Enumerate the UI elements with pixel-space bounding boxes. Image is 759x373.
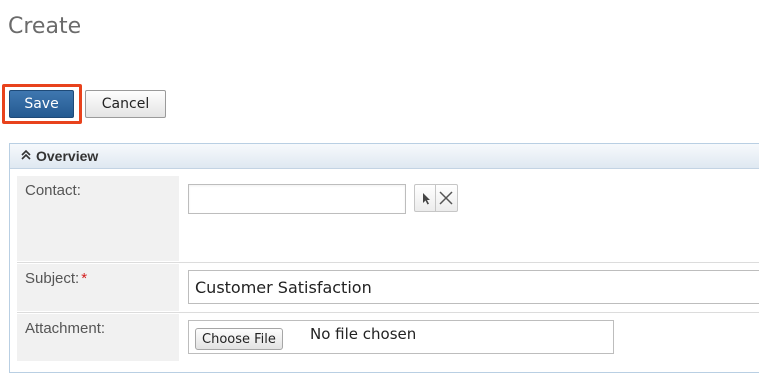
close-icon: [436, 191, 456, 215]
panel-title: Overview: [36, 148, 99, 164]
subject-label-text: Subject:: [25, 270, 80, 287]
contact-label-cell: Contact:: [17, 176, 179, 261]
file-status-text: No file chosen: [310, 325, 417, 343]
row-divider: [17, 262, 759, 263]
attachment-label: Attachment:: [25, 320, 106, 337]
page-title: Create: [8, 14, 82, 39]
cancel-button[interactable]: Cancel: [85, 90, 166, 118]
row-divider: [17, 312, 759, 313]
panel-header[interactable]: Overview: [10, 144, 759, 169]
choose-file-button[interactable]: Choose File: [195, 328, 283, 350]
subject-label: Subject: *: [25, 270, 87, 287]
contact-input[interactable]: [188, 184, 406, 214]
attachment-file-input: Choose File No file chosen: [188, 320, 614, 354]
subject-input[interactable]: Customer Satisfaction: [188, 270, 759, 304]
required-marker: *: [81, 270, 88, 287]
subject-label-cell: Subject: *: [17, 264, 179, 311]
contact-label: Contact:: [25, 182, 81, 199]
subject-value: Customer Satisfaction: [195, 277, 372, 297]
double-chevron-up-icon[interactable]: [20, 148, 32, 162]
save-button[interactable]: Save: [9, 90, 74, 118]
clear-contact-button[interactable]: [436, 184, 458, 212]
attachment-label-cell: Attachment:: [17, 314, 179, 361]
select-contact-button[interactable]: [414, 184, 436, 212]
arrow-cursor-icon: [415, 193, 435, 215]
